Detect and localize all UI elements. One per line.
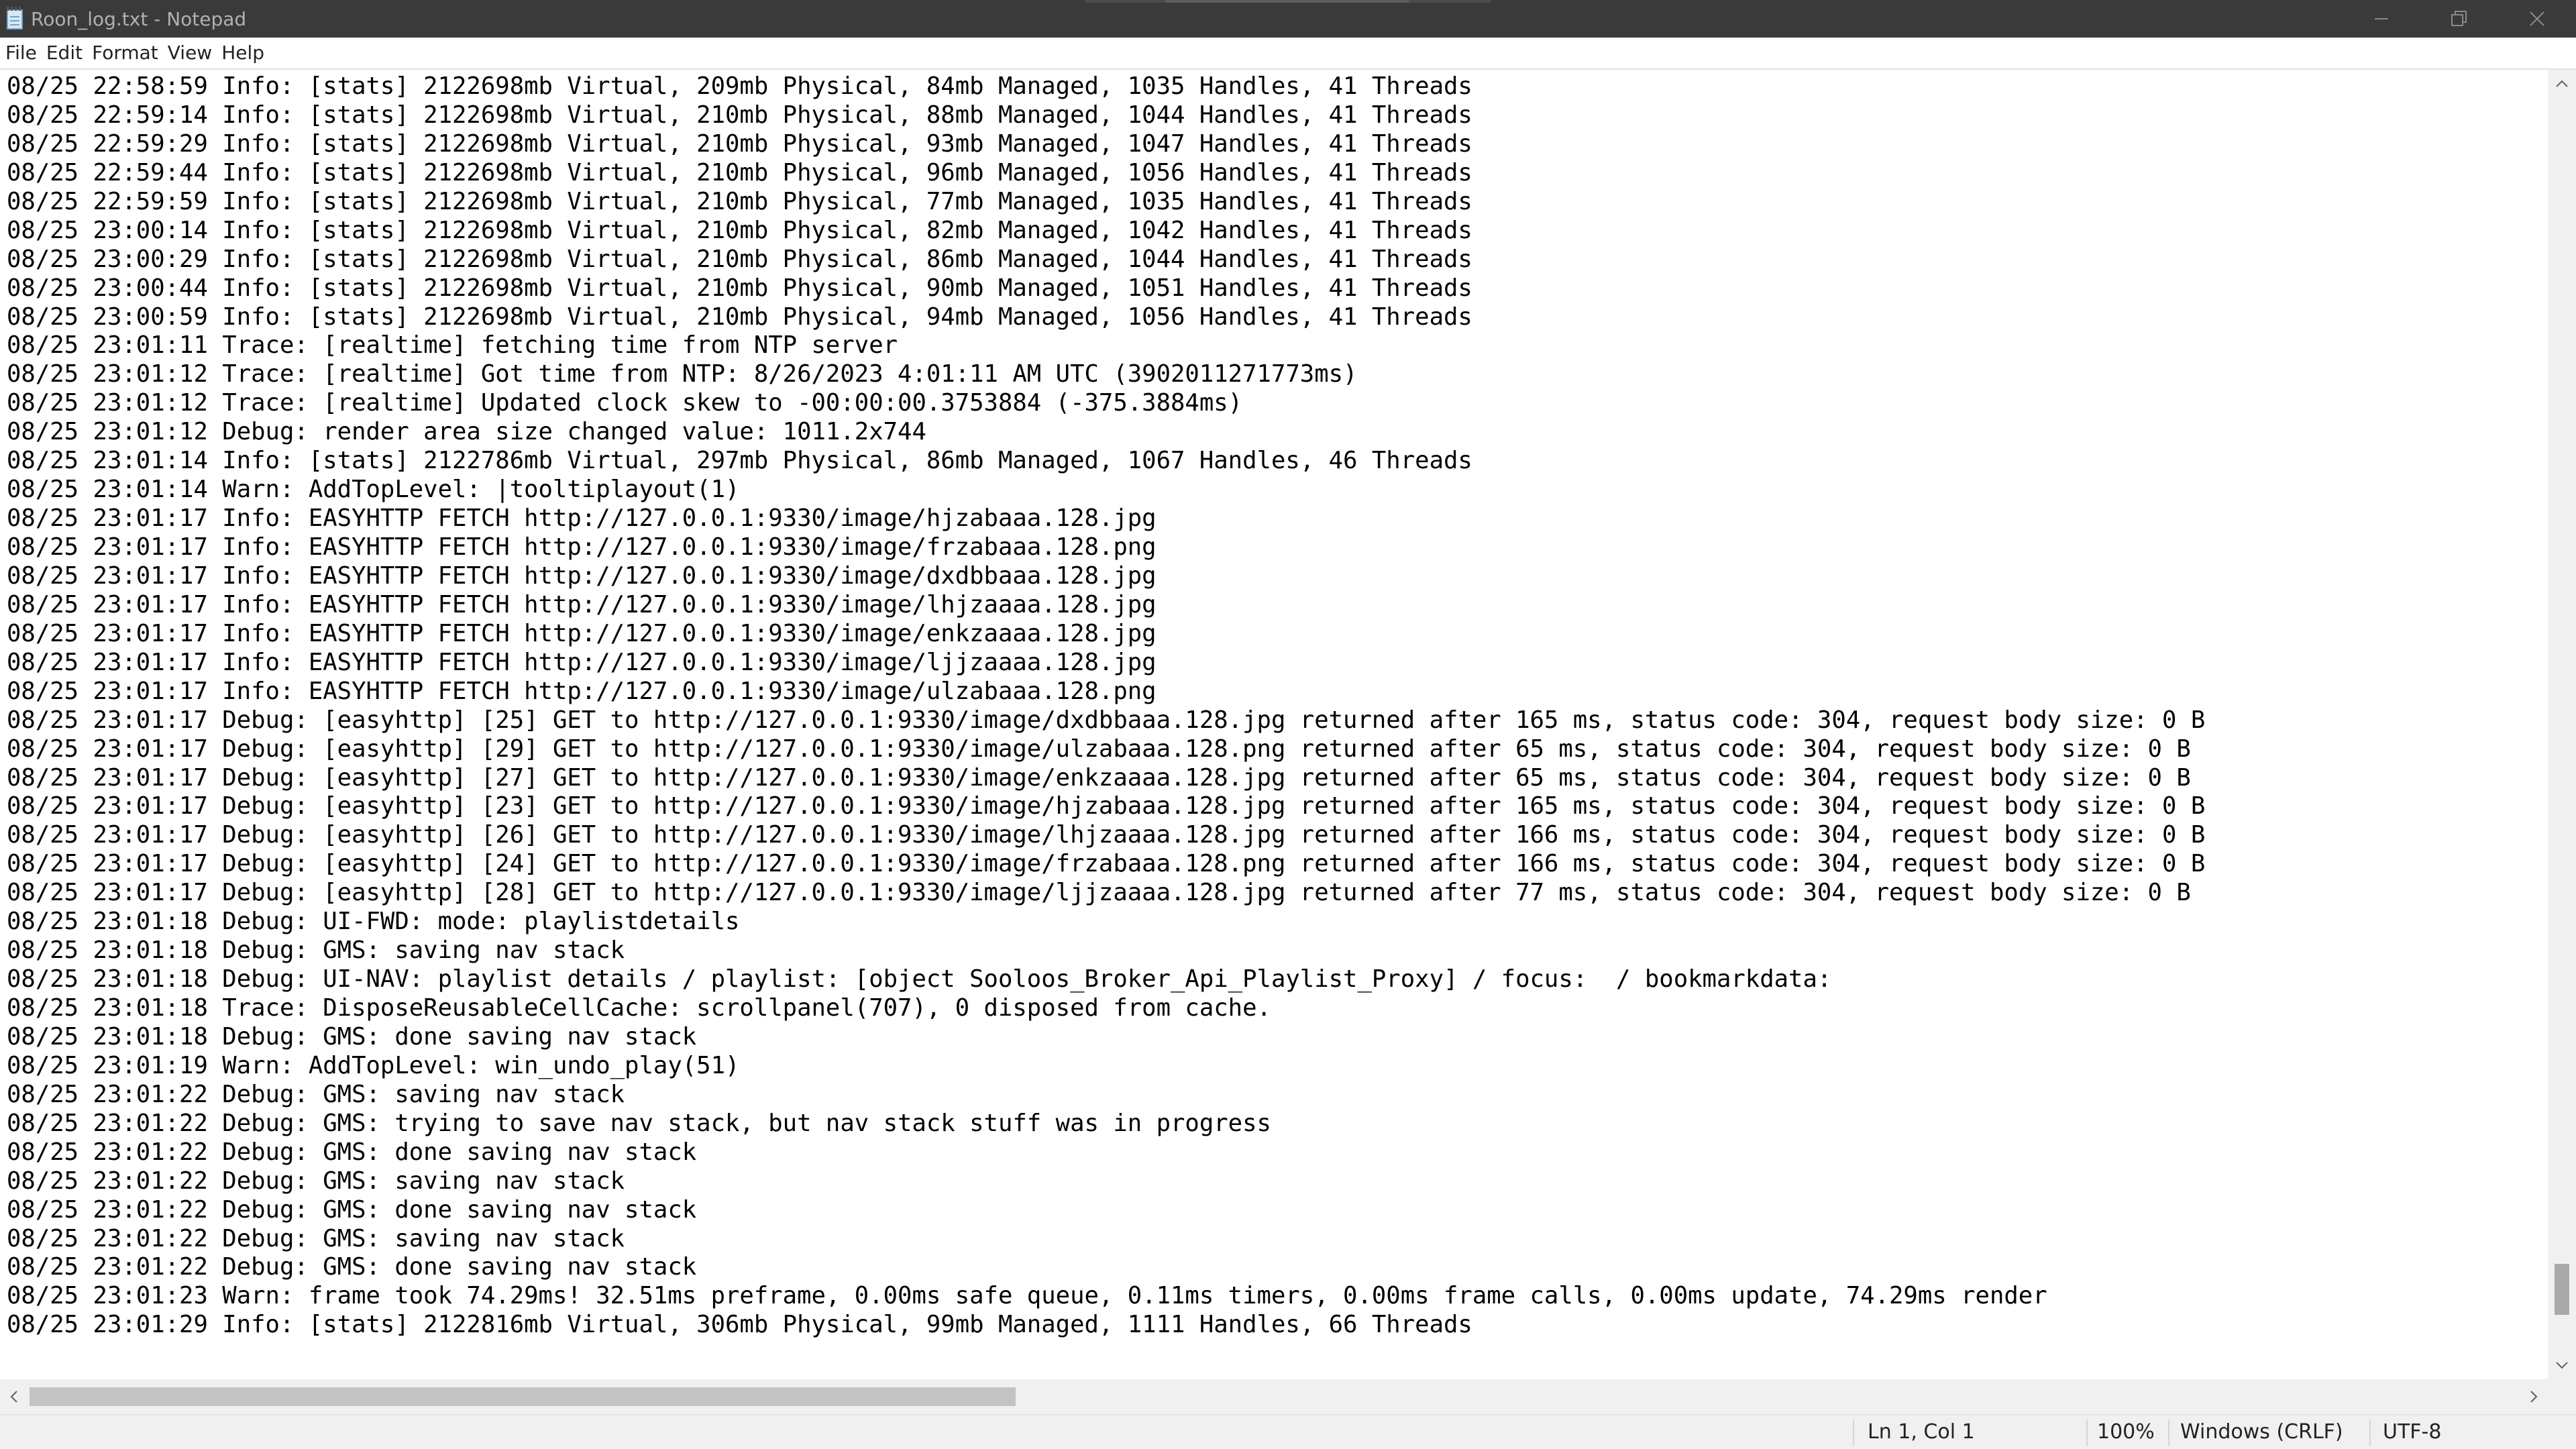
log-line: 08/25 23:01:19 Warn: AddTopLevel: win_un… [7,1051,740,1079]
log-line: 08/25 22:59:59 Info: [stats] 2122698mb V… [7,187,1472,215]
log-line: 08/25 23:00:44 Info: [stats] 2122698mb V… [7,274,1472,302]
chevron-up-icon [2556,80,2568,87]
log-line: 08/25 23:01:12 Trace: [realtime] Updated… [7,389,1243,417]
log-line: 08/25 23:01:17 Debug: [easyhttp] [29] GE… [7,735,2191,763]
menu-format[interactable]: Format [87,37,162,69]
cursor-position: Ln 1, Col 1 [1868,1420,1975,1444]
log-line: 08/25 23:01:14 Warn: AddTopLevel: |toolt… [7,476,740,504]
zoom-level: 100% [2097,1420,2155,1444]
log-line: 08/25 23:01:17 Info: EASYHTTP FETCH http… [7,648,1157,676]
log-line: 08/25 23:00:14 Info: [stats] 2122698mb V… [7,216,1472,244]
log-line: 08/25 22:58:59 Info: [stats] 2122698mb V… [7,72,1472,100]
log-line: 08/25 23:01:17 Info: EASYHTTP FETCH http… [7,619,1157,647]
log-line: 08/25 23:01:17 Debug: [easyhttp] [24] GE… [7,850,2206,878]
menu-bar: File Edit Format View Help [0,38,2576,70]
log-text: 08/25 22:58:59 Info: [stats] 2122698mb V… [7,72,2205,1340]
log-line: 08/25 23:01:22 Debug: GMS: saving nav st… [7,1224,625,1252]
scroll-left-button[interactable] [0,1379,28,1414]
close-icon [2530,11,2544,26]
menu-help[interactable]: Help [216,37,268,69]
log-line: 08/25 23:01:17 Info: EASYHTTP FETCH http… [7,504,1157,533]
vertical-scroll-thumb[interactable] [2555,1264,2569,1316]
log-line: 08/25 23:01:29 Info: [stats] 2122816mb V… [7,1311,1472,1339]
titlebar-highlight [1085,0,1491,3]
log-line: 08/25 23:01:17 Info: EASYHTTP FETCH http… [7,561,1157,590]
status-separator [1853,1419,1854,1446]
log-line: 08/25 23:01:17 Debug: [easyhttp] [25] GE… [7,706,2206,734]
log-line: 08/25 23:01:22 Debug: GMS: done saving n… [7,1253,697,1281]
restore-icon [2451,11,2467,26]
minimize-icon [2375,18,2388,19]
log-line: 08/25 23:01:23 Warn: frame took 74.29ms!… [7,1282,2047,1310]
log-line: 08/25 23:01:17 Debug: [easyhttp] [28] GE… [7,879,2191,907]
log-line: 08/25 23:01:17 Debug: [easyhttp] [26] GE… [7,821,2206,849]
minimize-button[interactable] [2343,0,2420,38]
log-line: 08/25 23:01:22 Debug: GMS: trying to sav… [7,1109,1271,1137]
log-line: 08/25 23:00:29 Info: [stats] 2122698mb V… [7,245,1472,273]
window-title: Roon_log.txt - Notepad [31,7,247,30]
scrollbar-corner [2548,1379,2576,1414]
log-line: 08/25 23:01:22 Debug: GMS: saving nav st… [7,1080,625,1108]
log-line: 08/25 23:01:17 Info: EASYHTTP FETCH http… [7,590,1157,619]
close-button[interactable] [2498,0,2576,38]
log-line: 08/25 23:01:17 Info: EASYHTTP FETCH http… [7,677,1157,705]
chevron-down-icon [2556,1362,2568,1369]
log-line: 08/25 22:59:14 Info: [stats] 2122698mb V… [7,101,1472,129]
log-line: 08/25 23:01:14 Info: [stats] 2122786mb V… [7,447,1472,475]
menu-file[interactable]: File [0,37,41,69]
log-line: 08/25 23:01:12 Debug: render area size c… [7,418,926,446]
log-line: 08/25 23:01:18 Debug: GMS: saving nav st… [7,936,625,965]
log-line: 08/25 23:01:18 Debug: UI-FWD: mode: play… [7,908,740,936]
vertical-scrollbar[interactable] [2548,70,2576,1379]
scroll-up-button[interactable] [2548,70,2576,98]
restore-button[interactable] [2420,0,2498,38]
log-line: 08/25 23:01:17 Debug: [easyhttp] [23] GE… [7,792,2206,820]
menu-view[interactable]: View [162,37,216,69]
log-line: 08/25 23:01:22 Debug: GMS: saving nav st… [7,1167,625,1195]
chevron-right-icon [2530,1391,2538,1403]
log-line: 08/25 23:01:17 Debug: [easyhttp] [27] GE… [7,763,2191,792]
log-line: 08/25 23:01:18 Debug: UI-NAV: playlist d… [7,965,1832,994]
log-line: 08/25 23:01:18 Debug: GMS: done saving n… [7,1022,697,1051]
horizontal-scrollbar[interactable] [0,1379,2548,1414]
log-line: 08/25 23:00:59 Info: [stats] 2122698mb V… [7,303,1472,331]
scroll-down-button[interactable] [2548,1351,2576,1379]
status-separator [2369,1419,2371,1446]
menu-edit[interactable]: Edit [41,37,87,69]
text-editor[interactable]: 08/25 22:58:59 Info: [stats] 2122698mb V… [0,70,2548,1379]
scroll-right-button[interactable] [2520,1379,2548,1414]
log-line: 08/25 23:01:11 Trace: [realtime] fetchin… [7,331,898,360]
log-line: 08/25 22:59:29 Info: [stats] 2122698mb V… [7,129,1472,158]
log-line: 08/25 23:01:22 Debug: GMS: done saving n… [7,1195,697,1224]
log-line: 08/25 23:01:17 Info: EASYHTTP FETCH http… [7,533,1157,561]
status-bar: Ln 1, Col 1 100% Windows (CRLF) UTF-8 [0,1414,2576,1449]
notepad-icon [4,7,25,31]
line-ending: Windows (CRLF) [2180,1420,2343,1444]
log-line: 08/25 23:01:18 Trace: DisposeReusableCel… [7,994,1271,1022]
title-bar[interactable]: Roon_log.txt - Notepad [0,0,2576,38]
encoding: UTF-8 [2383,1420,2442,1444]
status-separator [2086,1419,2088,1446]
log-line: 08/25 23:01:12 Trace: [realtime] Got tim… [7,360,1358,388]
status-separator [2168,1419,2169,1446]
chevron-left-icon [10,1391,17,1403]
log-line: 08/25 22:59:44 Info: [stats] 2122698mb V… [7,158,1472,186]
horizontal-scroll-thumb[interactable] [30,1387,1016,1406]
log-line: 08/25 23:01:22 Debug: GMS: done saving n… [7,1138,697,1166]
